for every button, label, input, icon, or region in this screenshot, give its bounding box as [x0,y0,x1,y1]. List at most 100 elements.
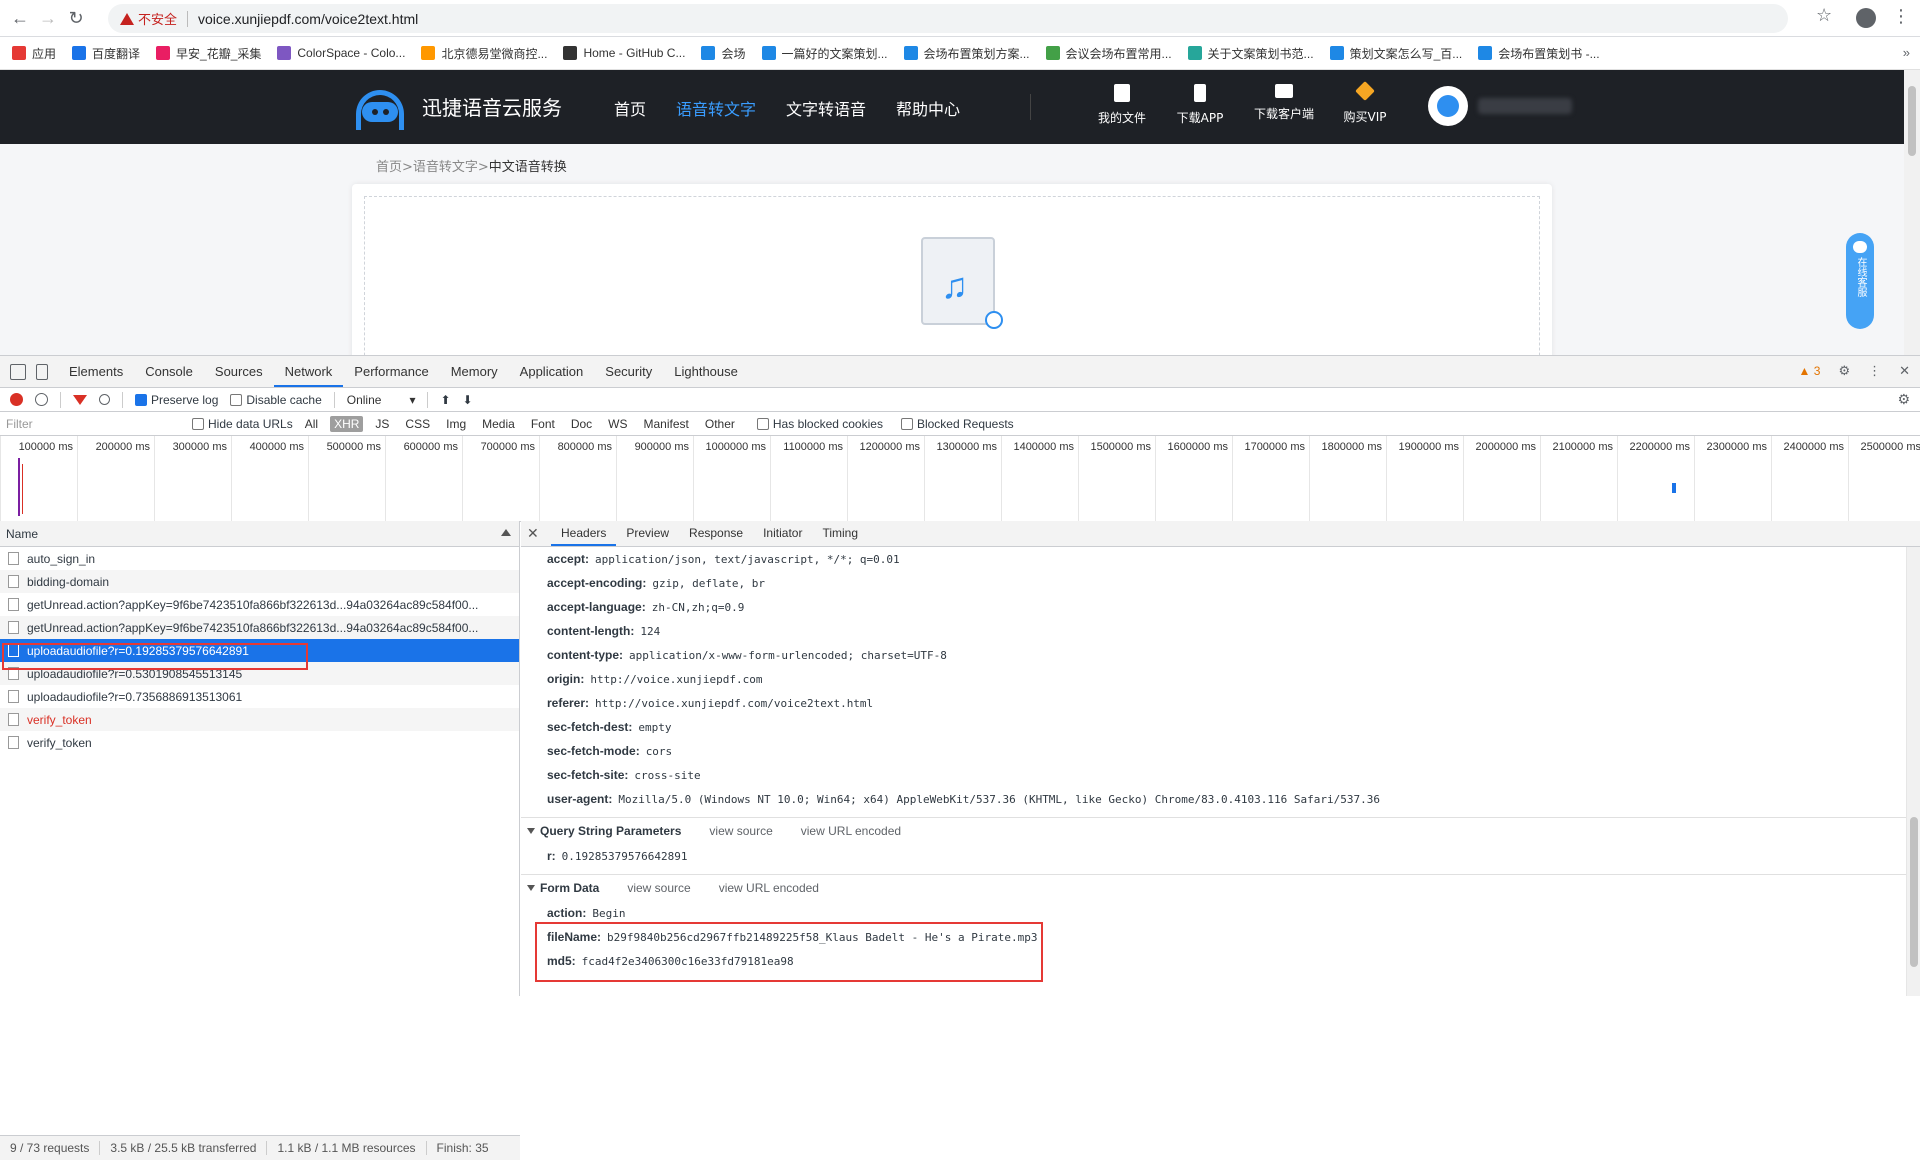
bookmark-item[interactable]: 早安_花瓣_采集 [156,45,261,62]
disable-cache-checkbox[interactable]: Disable cache [230,393,322,407]
bookmark-item[interactable]: 会场布置策划方案... [903,45,1030,62]
preserve-log-checkbox[interactable]: Preserve log [135,393,218,407]
chrome-menu-icon[interactable]: ⋮ [1892,6,1910,27]
site-logo[interactable]: 迅捷语音云服务 [352,88,562,130]
forward-icon[interactable]: → [34,4,62,32]
devtools-tab-sources[interactable]: Sources [204,356,274,387]
filter-type-media[interactable]: Media [478,416,519,432]
filter-type-all[interactable]: All [301,416,322,432]
view-source-link[interactable]: view source [627,881,690,895]
view-url-encoded-link[interactable]: view URL encoded [719,881,819,895]
scroll-thumb[interactable] [1908,86,1916,156]
reload-icon[interactable]: ↻ [62,4,90,32]
throttling-select[interactable]: Online ▾ [347,393,416,407]
bookmark-item[interactable]: Home - GitHub C... [563,46,685,60]
has-blocked-cookies-checkbox[interactable]: Has blocked cookies [756,417,883,431]
request-row[interactable]: verify_token [0,708,519,731]
request-row[interactable]: getUnread.action?appKey=9f6be7423510fa86… [0,593,519,616]
close-devtools-icon[interactable]: ✕ [1899,363,1910,379]
filter-funnel-icon[interactable] [73,394,87,405]
download-client-link[interactable]: 下载客户端 [1249,84,1319,122]
hide-data-urls-checkbox[interactable]: Hide data URLs [192,417,293,431]
bookmark-item[interactable]: 关于文案策划书范... [1187,45,1314,62]
close-detail-icon[interactable]: ✕ [527,525,551,542]
back-icon[interactable]: ← [6,4,34,32]
bookmark-item[interactable]: 会议会场布置常用... [1045,45,1172,62]
clear-icon[interactable] [35,393,48,406]
devtools-tab-lighthouse[interactable]: Lighthouse [663,356,749,387]
buy-vip-link[interactable]: 购买VIP [1330,81,1400,125]
bookmark-item[interactable]: 百度翻译 [72,45,140,62]
filter-type-css[interactable]: CSS [401,416,434,432]
devtools-tab-performance[interactable]: Performance [343,356,439,387]
device-toolbar-icon[interactable] [36,363,48,380]
site-nav-item[interactable]: 文字转语音 [786,96,866,120]
scroll-thumb[interactable] [1910,817,1918,967]
address-bar[interactable]: 不安全 voice.xunjiepdf.com/voice2text.html [108,4,1788,33]
filter-type-other[interactable]: Other [701,416,739,432]
my-files-link[interactable]: 我的文件 [1087,84,1157,126]
bookmark-item[interactable]: 一篇好的文案策划... [761,45,888,62]
site-nav-item[interactable]: 帮助中心 [896,96,960,120]
name-column-header[interactable]: Name [0,521,519,547]
filter-type-xhr[interactable]: XHR [330,415,364,432]
detail-tab-initiator[interactable]: Initiator [753,521,812,546]
bookmark-item[interactable]: 应用 [12,45,56,62]
online-service-button[interactable]: 在线客服 [1846,233,1874,329]
breadcrumb-path[interactable]: 首页>语音转文字> [376,160,489,175]
form-data-section-header[interactable]: Form Data view source view URL encoded [521,874,1920,901]
export-har-icon[interactable]: ⬇ [463,393,473,407]
request-row[interactable]: auto_sign_in [0,547,519,570]
detail-tab-response[interactable]: Response [679,521,753,546]
search-icon[interactable] [99,394,110,405]
detail-tab-headers[interactable]: Headers [551,521,617,546]
bookmark-item[interactable]: 北京德易堂微商控... [421,45,547,62]
profile-avatar[interactable] [1856,8,1876,28]
query-string-section-header[interactable]: Query String Parameters view source view… [521,817,1920,844]
upload-dropzone[interactable]: ♫ [364,196,1540,355]
blocked-requests-checkbox[interactable]: Blocked Requests [900,417,1014,431]
record-icon[interactable] [10,393,23,406]
checkbox-checked[interactable] [135,393,147,406]
detail-scrollbar[interactable] [1906,547,1920,996]
filter-type-js[interactable]: JS [371,416,393,432]
site-nav-item[interactable]: 语音转文字 [676,96,756,120]
bookmark-item[interactable]: 策划文案怎么写_百... [1329,45,1462,62]
filter-type-font[interactable]: Font [527,416,559,432]
request-row[interactable]: bidding-domain [0,570,519,593]
more-bookmarks-icon[interactable]: » [1903,45,1910,60]
checkbox[interactable] [756,417,769,430]
page-scrollbar[interactable] [1904,70,1920,355]
devtools-tab-network[interactable]: Network [273,356,344,387]
user-avatar[interactable] [1428,86,1468,126]
filter-type-img[interactable]: Img [442,416,470,432]
filter-input[interactable]: Filter [6,417,184,431]
site-nav-item[interactable]: 首页 [614,96,646,120]
inspect-element-icon[interactable] [10,363,26,380]
request-row[interactable]: verify_token [0,731,519,754]
url-text[interactable]: voice.xunjiepdf.com/voice2text.html [198,11,418,27]
filter-type-ws[interactable]: WS [604,416,631,432]
security-warning[interactable]: 不安全 [120,9,177,28]
devtools-menu-icon[interactable]: ⋮ [1868,363,1881,379]
network-overview-timeline[interactable]: 100000 ms 200000 ms 300000 ms 400000 ms 5000… [0,436,1920,522]
bookmark-star-icon[interactable]: ☆ [1816,5,1832,26]
view-url-encoded-link[interactable]: view URL encoded [801,824,901,838]
bookmark-item[interactable]: 会场布置策划书 -... [1478,45,1600,62]
settings-gear-icon[interactable]: ⚙ [1838,363,1850,379]
request-row[interactable]: uploadaudiofile?r=0.7356886913513061 [0,685,519,708]
devtools-tab-application[interactable]: Application [509,356,595,387]
checkbox[interactable] [900,417,913,430]
import-har-icon[interactable]: ⬆ [440,393,450,407]
view-source-link[interactable]: view source [709,824,772,838]
checkbox[interactable] [230,393,243,406]
network-settings-gear-icon[interactable]: ⚙ [1897,391,1910,408]
bookmark-item[interactable]: 会场 [701,45,746,62]
devtools-tab-memory[interactable]: Memory [440,356,509,387]
devtools-tab-elements[interactable]: Elements [58,356,134,387]
download-app-link[interactable]: 下载APP [1165,84,1235,126]
checkbox[interactable] [192,417,204,430]
filter-type-manifest[interactable]: Manifest [640,416,693,432]
detail-tab-timing[interactable]: Timing [812,521,868,546]
detail-tab-preview[interactable]: Preview [616,521,679,546]
